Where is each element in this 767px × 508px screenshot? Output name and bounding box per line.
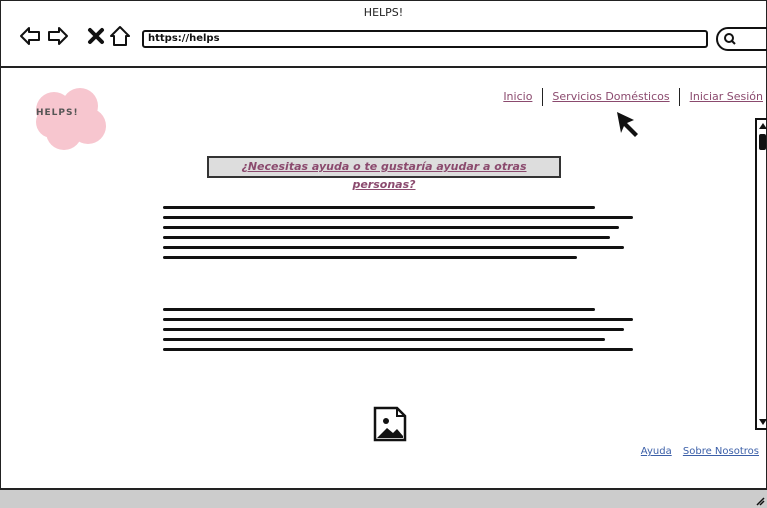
image-placeholder-icon — [373, 406, 407, 442]
search-icon — [724, 33, 736, 45]
search-button[interactable] — [716, 27, 767, 51]
logo-text: HELPS! — [36, 108, 79, 118]
footer-about-link[interactable]: Sobre Nosotros — [683, 446, 759, 457]
top-nav: Inicio Servicios Domésticos Iniciar Sesi… — [503, 88, 763, 106]
back-arrow-icon[interactable] — [18, 24, 42, 48]
placeholder-paragraph — [163, 206, 633, 266]
footer-links: Ayuda Sobre Nosotros — [633, 446, 759, 457]
mouse-cursor-icon — [617, 112, 638, 137]
nav-servicios-link[interactable]: Servicios Domésticos — [552, 90, 669, 103]
close-icon[interactable] — [84, 24, 108, 48]
nav-separator — [541, 88, 543, 106]
window-title: HELPS! — [363, 6, 404, 19]
scroll-down-icon[interactable] — [759, 418, 767, 426]
scrollbar-thumb[interactable] — [759, 134, 766, 150]
status-bar — [0, 488, 767, 508]
url-bar[interactable]: https://helps — [142, 30, 708, 48]
scroll-up-icon[interactable] — [759, 122, 767, 130]
placeholder-paragraph — [163, 308, 633, 358]
browser-toolbar: HELPS! https://helps — [0, 0, 767, 68]
footer-help-link[interactable]: Ayuda — [641, 446, 672, 457]
nav-iniciar-sesion-link[interactable]: Iniciar Sesión — [690, 90, 763, 103]
nav-inicio-link[interactable]: Inicio — [503, 90, 532, 103]
scrollbar[interactable] — [755, 118, 767, 430]
nav-separator — [679, 88, 681, 106]
resize-grip-icon[interactable] — [755, 496, 765, 506]
question-banner: ¿Necesitas ayuda o te gustaría ayudar a … — [207, 156, 561, 191]
forward-arrow-icon[interactable] — [46, 24, 70, 48]
logo — [36, 88, 106, 150]
home-icon[interactable] — [108, 24, 132, 48]
